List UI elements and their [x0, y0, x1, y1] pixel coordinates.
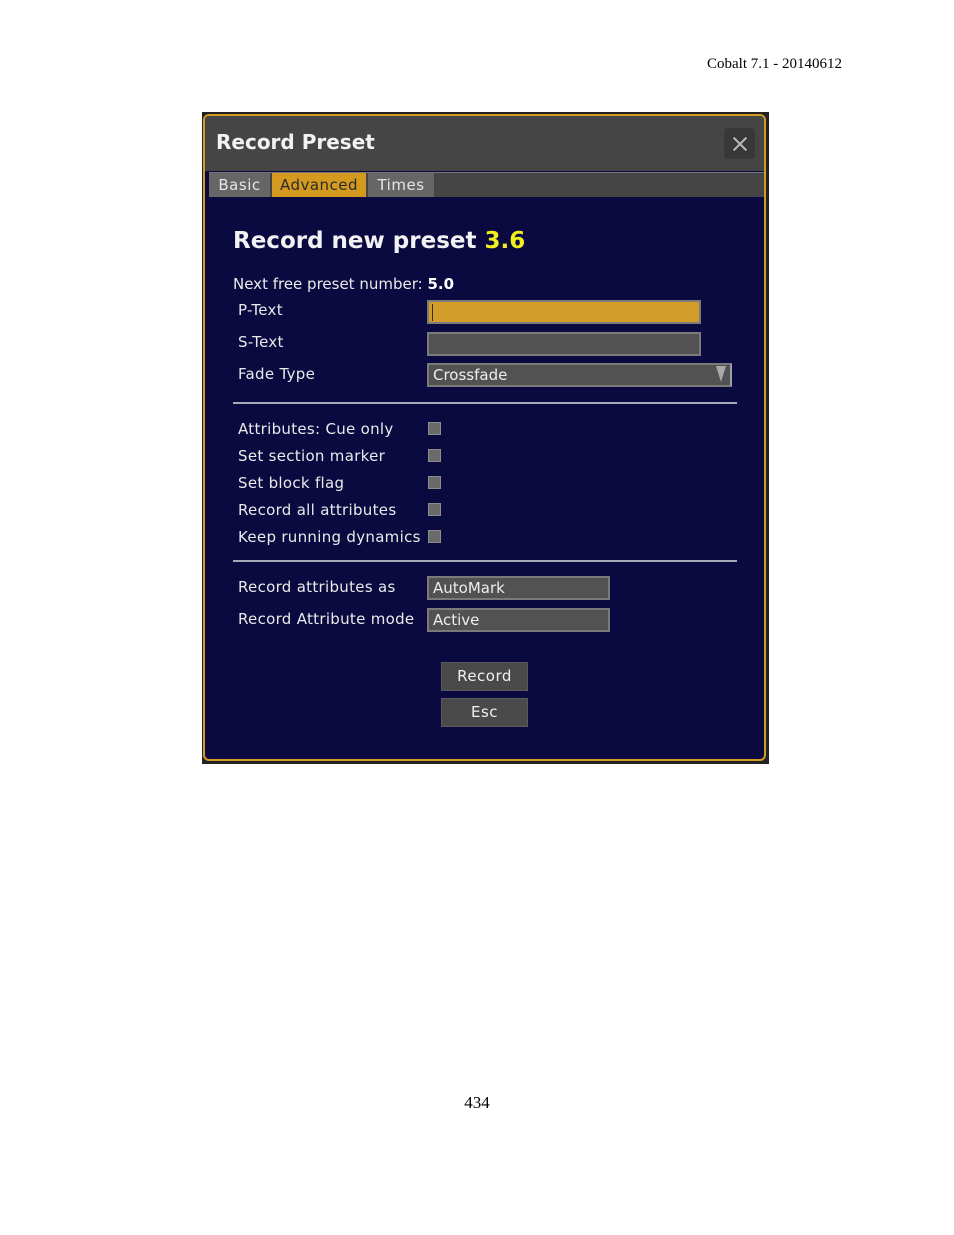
separator: [233, 402, 737, 404]
section-marker-checkbox[interactable]: [428, 449, 441, 462]
stext-input[interactable]: [427, 332, 701, 356]
preset-number: 3.6: [484, 228, 526, 254]
tab-advanced[interactable]: Advanced: [272, 173, 366, 197]
checkbox-label: Record all attributes: [238, 501, 397, 519]
next-free-value: 5.0: [427, 275, 455, 293]
checkbox-label: Set block flag: [238, 474, 345, 492]
tab-basic[interactable]: Basic: [209, 173, 270, 197]
record-mode-select[interactable]: Active: [427, 608, 610, 632]
next-free-preset: Next free preset number: 5.0: [233, 275, 454, 293]
fade-type-value: Crossfade: [433, 366, 508, 384]
record-button[interactable]: Record: [441, 662, 528, 691]
page-number: 434: [464, 1093, 490, 1112]
dialog-heading: Record new preset 3.6: [233, 228, 525, 254]
close-button[interactable]: [724, 128, 755, 159]
separator: [233, 560, 737, 562]
cue-only-checkbox[interactable]: [428, 422, 441, 435]
ptext-label: P-Text: [238, 301, 283, 319]
text-caret: [432, 304, 433, 321]
record-preset-dialog: Record Preset Basic Advanced Times Recor…: [203, 114, 766, 761]
document-header: Cobalt 7.1 - 20140612: [707, 56, 842, 72]
dialog-title: Record Preset: [216, 130, 375, 154]
stext-label: S-Text: [238, 333, 284, 351]
fade-type-label: Fade Type: [238, 365, 316, 383]
fade-type-select[interactable]: Crossfade: [427, 363, 732, 387]
tab-times[interactable]: Times: [368, 173, 434, 197]
keep-dynamics-checkbox[interactable]: [428, 530, 441, 543]
block-flag-checkbox[interactable]: [428, 476, 441, 489]
record-as-label: Record attributes as: [238, 578, 396, 596]
checkbox-label: Set section marker: [238, 447, 386, 465]
checkbox-label: Keep running dynamics: [238, 528, 421, 546]
checkbox-label: Attributes: Cue only: [238, 420, 394, 438]
record-as-select[interactable]: AutoMark: [427, 576, 610, 600]
next-free-label: Next free preset number:: [233, 275, 428, 293]
heading-text: Record new preset: [233, 228, 485, 254]
dialog-titlebar: Record Preset: [205, 116, 764, 171]
ptext-input[interactable]: [427, 300, 701, 324]
tab-bar: Basic Advanced Times: [209, 172, 764, 197]
esc-button[interactable]: Esc: [441, 698, 528, 727]
record-mode-label: Record Attribute mode: [238, 610, 415, 628]
dropdown-arrow-icon: [716, 366, 726, 382]
record-all-checkbox[interactable]: [428, 503, 441, 516]
